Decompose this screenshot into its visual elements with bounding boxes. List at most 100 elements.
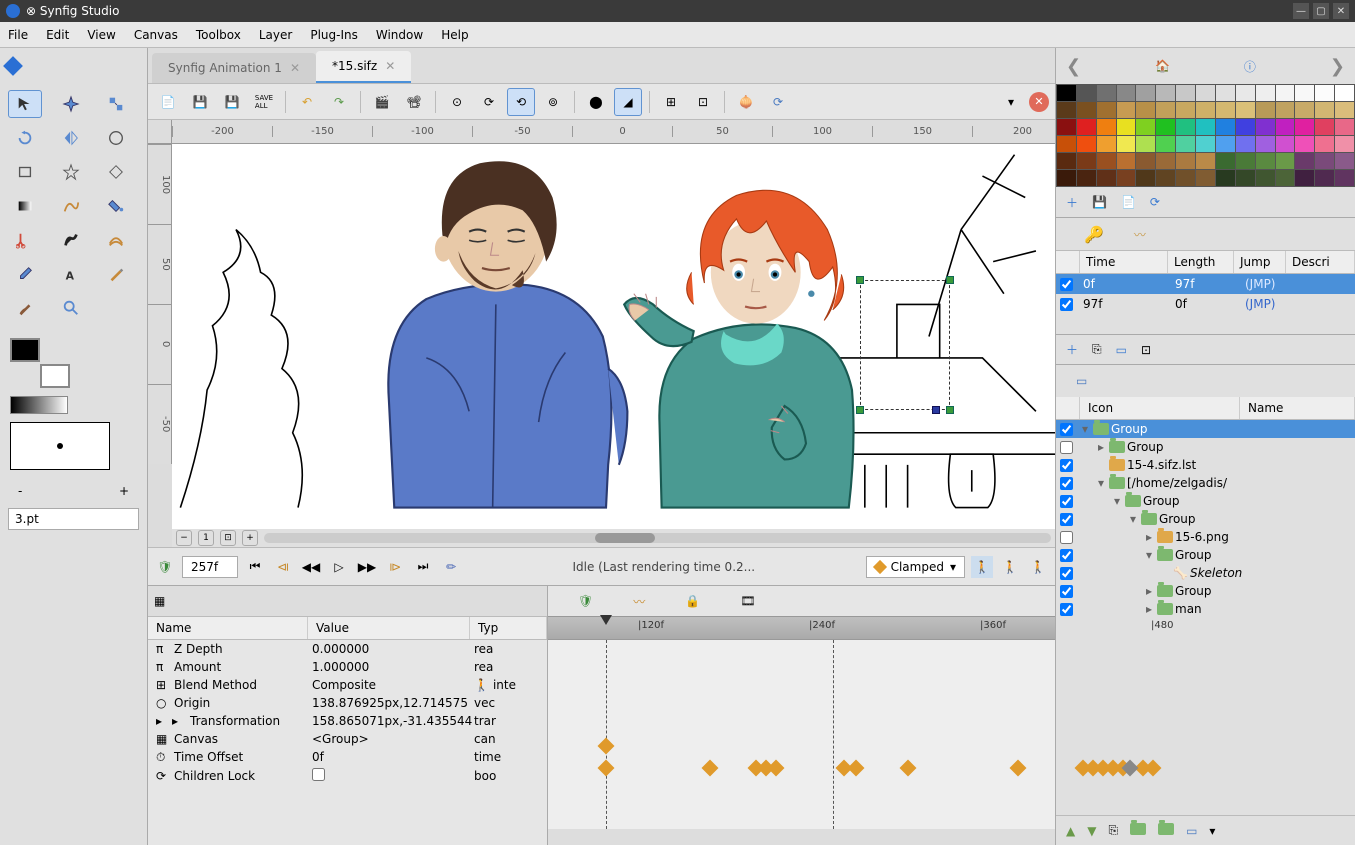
nav-prev-icon[interactable]: ❮ <box>1066 56 1081 77</box>
onion-icon[interactable]: 🧅 <box>732 88 760 116</box>
zoom-in-icon[interactable]: + <box>242 530 258 546</box>
circle-tool[interactable] <box>99 124 133 152</box>
close-tab-icon[interactable]: ✕ <box>385 59 395 73</box>
menu-file[interactable]: File <box>8 28 28 42</box>
palette-swatch[interactable] <box>1057 85 1076 101</box>
menu-help[interactable]: Help <box>441 28 468 42</box>
undo-icon[interactable]: ↶ <box>293 88 321 116</box>
palette-swatch[interactable] <box>1295 119 1314 135</box>
palette-swatch[interactable] <box>1176 102 1195 118</box>
spline-tool[interactable] <box>54 192 88 220</box>
palette-swatch[interactable] <box>1136 136 1155 152</box>
prev-frame-icon[interactable]: ◀◀ <box>300 556 322 578</box>
palette-swatch[interactable] <box>1276 119 1295 135</box>
save-as-icon[interactable]: 💾 <box>218 88 246 116</box>
palette-swatch[interactable] <box>1216 119 1235 135</box>
seek-start-icon[interactable]: ⏮ <box>244 556 266 578</box>
seek-end-icon[interactable]: ⏭ <box>412 556 434 578</box>
cutout-tool[interactable] <box>8 226 42 254</box>
palette-swatch[interactable] <box>1295 170 1314 186</box>
palette-swatch[interactable] <box>1276 102 1295 118</box>
keyframe-lock-icon[interactable]: 🛡 <box>154 556 176 578</box>
palette-swatch[interactable] <box>1256 170 1275 186</box>
keyframe-row[interactable]: 0f97f(JMP) <box>1056 274 1355 294</box>
sets-tab-icon[interactable]: 🎞 <box>740 594 755 608</box>
palette-swatch[interactable] <box>1315 102 1334 118</box>
menu-edit[interactable]: Edit <box>46 28 69 42</box>
palette-swatch[interactable] <box>1117 85 1136 101</box>
keyframe-diamond[interactable] <box>598 738 615 755</box>
palette-swatch[interactable] <box>1077 136 1096 152</box>
palette-swatch[interactable] <box>1236 85 1255 101</box>
duck-vertex-icon[interactable]: ◢ <box>614 88 642 116</box>
palette-refresh-icon[interactable]: ⟳ <box>1150 195 1160 209</box>
eyedrop-tool[interactable] <box>8 260 42 288</box>
palette-swatch[interactable] <box>1276 85 1295 101</box>
palette-swatch[interactable] <box>1216 85 1235 101</box>
palette-swatch[interactable] <box>1156 170 1175 186</box>
menu-plugins[interactable]: Plug-Ins <box>310 28 358 42</box>
timeline-scrollbar[interactable] <box>548 829 1055 845</box>
maximize-button[interactable]: ▢ <box>1313 3 1329 19</box>
sketch-tool[interactable] <box>99 260 133 288</box>
palette-swatch[interactable] <box>1097 136 1116 152</box>
tab-doc-1[interactable]: *15.sifz✕ <box>316 51 411 83</box>
palette-swatch[interactable] <box>1156 102 1175 118</box>
palette-swatch[interactable] <box>1156 136 1175 152</box>
redo-icon[interactable]: ↷ <box>325 88 353 116</box>
mirror-tool[interactable] <box>54 124 88 152</box>
palette-swatch[interactable] <box>1256 153 1275 169</box>
palette-swatch[interactable] <box>1315 153 1334 169</box>
palette-swatch[interactable] <box>1176 153 1195 169</box>
foreground-color[interactable] <box>10 338 40 362</box>
param-row[interactable]: π Z Depth0.000000rea <box>148 640 547 658</box>
palette-swatch[interactable] <box>1216 102 1235 118</box>
nav-home-icon[interactable]: 🏠 <box>1155 59 1170 73</box>
palette-swatch[interactable] <box>1236 170 1255 186</box>
keyframe-row[interactable]: 97f0f(JMP) <box>1056 294 1355 314</box>
kf-props-icon[interactable]: ⊡ <box>1141 343 1151 357</box>
palette-swatch[interactable] <box>1315 136 1334 152</box>
palette-swatch[interactable] <box>1077 170 1096 186</box>
palette-swatch[interactable] <box>1256 119 1275 135</box>
animate-toggle-icon[interactable]: 🚶 <box>1027 556 1049 578</box>
handle-br[interactable] <box>946 406 954 414</box>
palette-save-icon[interactable]: 💾 <box>1092 195 1107 209</box>
layer-new-icon[interactable] <box>1130 823 1146 838</box>
palette-swatch[interactable] <box>1097 119 1116 135</box>
rotate-tool[interactable] <box>8 124 42 152</box>
layer-row[interactable]: ▾ Group <box>1056 546 1355 564</box>
palette-swatch[interactable] <box>1236 136 1255 152</box>
layer-row[interactable]: ▸ Group <box>1056 438 1355 456</box>
layer-row[interactable]: ▾ Group <box>1056 492 1355 510</box>
palette-swatch[interactable] <box>1136 170 1155 186</box>
mode-tangent-icon[interactable]: ⟳ <box>475 88 503 116</box>
keyframe-diamond[interactable] <box>848 760 865 777</box>
keyframe-diamond[interactable] <box>702 760 719 777</box>
palette-swatch[interactable] <box>1196 153 1215 169</box>
palette-swatch[interactable] <box>1117 136 1136 152</box>
close-button[interactable]: ✕ <box>1333 3 1349 19</box>
palette-swatch[interactable] <box>1315 119 1334 135</box>
keyframe-diamond[interactable] <box>598 760 615 777</box>
canvas-viewport[interactable] <box>172 144 1055 529</box>
keyframes-tab-icon[interactable]: 🔑 <box>1084 225 1104 244</box>
layer-up-icon[interactable]: ▲ <box>1066 824 1075 838</box>
palette-swatch[interactable] <box>1216 136 1235 152</box>
palette-swatch[interactable] <box>1236 119 1255 135</box>
palette-swatch[interactable] <box>1117 102 1136 118</box>
next-keyframe-icon[interactable]: ⧐ <box>384 556 406 578</box>
width-tool[interactable] <box>99 226 133 254</box>
brush-decrease[interactable]: - <box>18 484 22 498</box>
selection-box[interactable] <box>860 280 950 410</box>
palette-add-icon[interactable]: ＋ <box>1066 194 1078 211</box>
palette-swatch[interactable] <box>1117 119 1136 135</box>
palette-swatch[interactable] <box>1156 85 1175 101</box>
param-row[interactable]: ○ Origin138.876925px,12.714575vec <box>148 694 547 712</box>
palette-swatch[interactable] <box>1136 153 1155 169</box>
palette-swatch[interactable] <box>1196 102 1215 118</box>
palette-swatch[interactable] <box>1256 102 1275 118</box>
handle-tl[interactable] <box>856 276 864 284</box>
param-row[interactable]: ⏱ Time Offset0ftime <box>148 748 547 766</box>
zoom-fit-icon[interactable]: ⊡ <box>220 530 236 546</box>
